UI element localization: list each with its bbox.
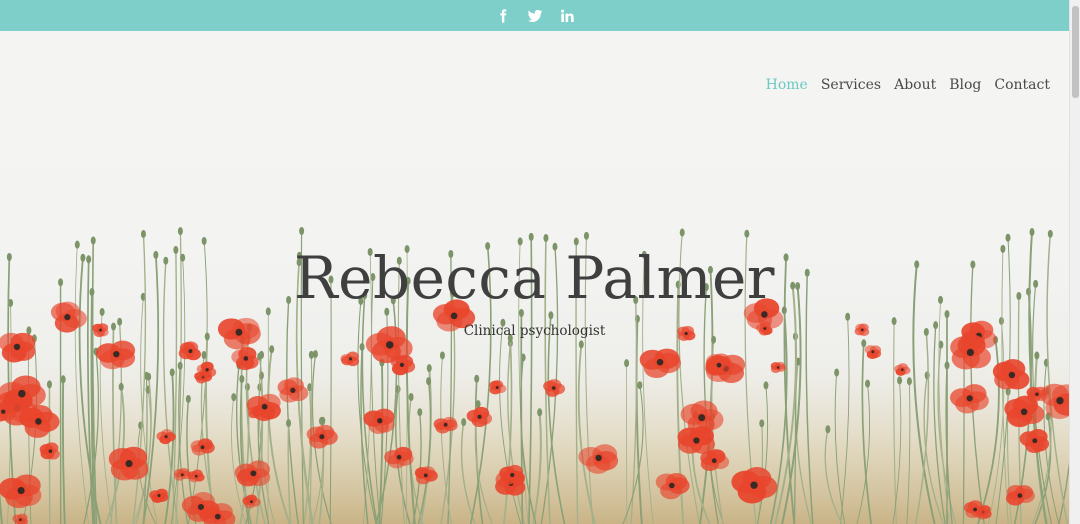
poppy-bud bbox=[759, 419, 765, 428]
poppy-bud bbox=[1005, 233, 1011, 242]
poppy-bud bbox=[865, 379, 871, 388]
poppy-bud bbox=[46, 380, 52, 389]
facebook-icon bbox=[499, 8, 506, 23]
poppy-bud bbox=[637, 381, 643, 390]
hero-title: Rebecca Palmer bbox=[293, 244, 776, 312]
poppy-bud bbox=[177, 227, 183, 236]
poppy-bud bbox=[244, 383, 250, 392]
poppy-bud bbox=[528, 232, 534, 241]
page-scrollbar[interactable] bbox=[1069, 0, 1080, 524]
twitter-link[interactable] bbox=[526, 7, 544, 25]
poppy-bud bbox=[439, 351, 445, 360]
poppy-bud bbox=[763, 381, 769, 390]
poppy-bud bbox=[185, 394, 191, 403]
poppy-bud bbox=[1034, 351, 1040, 360]
poppy-bud bbox=[269, 345, 275, 354]
poppy-bud bbox=[239, 374, 245, 383]
poppy-bud bbox=[201, 351, 207, 360]
poppy-bud bbox=[1047, 229, 1053, 238]
poppy-bud bbox=[140, 230, 146, 239]
poppy-bud bbox=[60, 375, 66, 384]
poppy-bud bbox=[259, 350, 265, 359]
nav-item-home[interactable]: Home bbox=[766, 77, 808, 93]
twitter-icon bbox=[527, 9, 542, 22]
poppy-flower bbox=[499, 464, 525, 485]
poppy-bud bbox=[299, 227, 305, 236]
poppy-bud bbox=[475, 400, 481, 409]
poppy-bud bbox=[461, 418, 467, 427]
nav-item-contact[interactable]: Contact bbox=[994, 77, 1050, 93]
poppy-bud bbox=[118, 382, 124, 391]
poppy-bud bbox=[474, 374, 480, 383]
poppy-bud bbox=[744, 229, 750, 238]
poppy-bud bbox=[834, 368, 840, 377]
poppy-bud bbox=[408, 393, 414, 402]
poppy-bud bbox=[395, 385, 401, 394]
poppy-bud bbox=[359, 342, 365, 351]
poppy-bud bbox=[231, 393, 237, 402]
poppy-bud bbox=[286, 419, 292, 428]
poppy-bud bbox=[318, 417, 324, 426]
poppy-flower bbox=[39, 442, 60, 460]
poppy-bud bbox=[944, 361, 950, 370]
poppy-bud bbox=[308, 350, 314, 359]
poppy-bud bbox=[1029, 228, 1035, 237]
hero-subtitle: Clinical psychologist bbox=[463, 323, 606, 339]
main-nav: Home Services About Blog Contact bbox=[766, 77, 1050, 93]
poppy-bud bbox=[825, 425, 831, 434]
page: Home Services About Blog Contact Rebecca… bbox=[0, 0, 1069, 524]
nav-item-blog[interactable]: Blog bbox=[949, 77, 981, 93]
poppy-flower bbox=[108, 446, 149, 481]
poppy-flower bbox=[1026, 386, 1048, 403]
poppy-flower bbox=[864, 345, 882, 359]
poppy-bud bbox=[897, 376, 903, 385]
poppy-bud bbox=[861, 339, 867, 348]
poppy-bud bbox=[426, 364, 432, 373]
poppy-bud bbox=[548, 311, 554, 320]
poppy-bud bbox=[578, 340, 584, 349]
social-bar bbox=[0, 0, 1069, 31]
poppy-bud bbox=[679, 228, 685, 237]
scrollbar-thumb[interactable] bbox=[1072, 6, 1079, 98]
poppy-flower bbox=[340, 351, 360, 367]
linkedin-link[interactable] bbox=[558, 7, 576, 25]
poppy-bud bbox=[845, 312, 851, 321]
poppy-bud bbox=[169, 368, 175, 377]
poppy-flower bbox=[178, 341, 201, 361]
linkedin-icon bbox=[560, 9, 574, 22]
poppy-bud bbox=[583, 231, 589, 240]
poppy-bud bbox=[906, 377, 912, 386]
facebook-link[interactable] bbox=[494, 7, 512, 25]
poppy-bud bbox=[543, 234, 549, 243]
poppy-bud bbox=[417, 408, 423, 417]
poppy-bud bbox=[177, 361, 183, 370]
poppy-bud bbox=[537, 408, 543, 417]
poppy-bud bbox=[426, 377, 432, 386]
nav-item-services[interactable]: Services bbox=[821, 77, 881, 93]
nav-item-about[interactable]: About bbox=[894, 77, 936, 93]
poppy-bud bbox=[624, 359, 630, 368]
